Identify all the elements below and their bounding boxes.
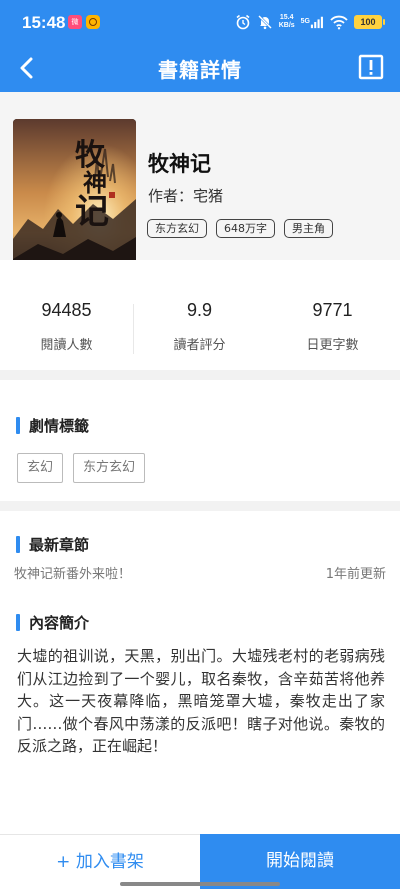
- network-type: 5G: [300, 18, 310, 25]
- stat-rating: 9.9 讀者評分: [133, 300, 266, 353]
- signal-icon: [310, 16, 323, 29]
- battery-indicator: 100: [354, 15, 385, 29]
- stat-label: 日更字數: [306, 338, 359, 353]
- section-accent-bar: [16, 614, 20, 631]
- stat-value: 94485: [41, 300, 92, 320]
- book-title: 牧神记: [148, 152, 211, 176]
- stat-value: 9771: [312, 300, 353, 320]
- plot-tag-list: 玄幻 东方玄幻: [17, 453, 146, 483]
- plot-tag[interactable]: 玄幻: [17, 453, 64, 483]
- wifi-icon: [330, 15, 348, 30]
- book-cover-art: 牧 神 记: [13, 119, 136, 282]
- stat-value: 9.9: [186, 300, 213, 320]
- section-title: 劇情標籤: [29, 417, 90, 435]
- stat-label: 閱讀人數: [40, 338, 93, 353]
- status-icons: 15.4 KB/s 5G 100: [235, 12, 385, 32]
- latest-chapter-time: 1年前更新: [325, 567, 386, 582]
- nav-bar: 書籍詳情: [0, 44, 400, 92]
- latest-chapter-link[interactable]: 牧神记新番外来啦！: [14, 563, 131, 582]
- plot-tags-section: 劇情標籤 玄幻 东方玄幻: [0, 380, 400, 501]
- book-header: 牧 神 记 牧神记 作者：宅猪 东方玄幻 648万字 男主角: [0, 92, 400, 282]
- details-section: 最新章節 牧神记新番外来啦！ 1年前更新 內容簡介 大墟的祖训说，天黑，别出门。…: [0, 511, 400, 834]
- section-header: 劇情標籤: [16, 415, 89, 436]
- stat-label: 讀者評分: [173, 338, 226, 353]
- add-to-shelf-button[interactable]: + 加入書架: [0, 834, 200, 889]
- status-bar: 15:48 微 15.4 KB/s 5G 100: [0, 0, 400, 44]
- home-indicator[interactable]: [120, 882, 280, 886]
- section-header: 內容簡介: [16, 612, 89, 633]
- status-time: 15:48: [22, 13, 66, 32]
- book-cover[interactable]: 牧 神 记: [13, 119, 136, 282]
- book-tag[interactable]: 男主角: [284, 219, 333, 238]
- section-title: 最新章節: [29, 536, 90, 554]
- bottom-action-bar: + 加入書架 開始閱讀: [0, 834, 400, 889]
- book-tags: 东方玄幻 648万字 男主角: [147, 219, 333, 238]
- page-title: 書籍詳情: [158, 58, 242, 82]
- book-author: 作者：宅猪: [148, 187, 224, 205]
- report-icon[interactable]: [358, 54, 384, 80]
- intro-text: 大墟的祖训说，天黑，别出门。大墟残老村的老弱病残们从江边捡到了一个婴儿，取名秦牧…: [17, 647, 385, 755]
- section-title: 內容簡介: [29, 614, 90, 632]
- section-accent-bar: [16, 417, 20, 434]
- start-reading-button[interactable]: 開始閱讀: [200, 834, 400, 889]
- stat-readers: 94485 閱讀人數: [0, 300, 133, 353]
- mute-bell-icon: [257, 15, 272, 30]
- book-tag[interactable]: 东方玄幻: [147, 219, 207, 238]
- section-header: 最新章節: [16, 534, 89, 555]
- app-icon: [86, 15, 100, 29]
- network-speed: 15.4 KB/s: [278, 14, 295, 29]
- alarm-icon: [236, 14, 250, 30]
- book-stats: 94485 閱讀人數 9.9 讀者評分 9771 日更字數: [0, 260, 400, 370]
- stat-daily-words: 9771 日更字數: [266, 300, 399, 353]
- book-tag[interactable]: 648万字: [216, 219, 275, 238]
- plot-tag[interactable]: 东方玄幻: [73, 453, 146, 483]
- cover-title-char-3: 记: [75, 192, 109, 232]
- section-accent-bar: [16, 536, 20, 553]
- weibo-app-icon: 微: [68, 15, 82, 29]
